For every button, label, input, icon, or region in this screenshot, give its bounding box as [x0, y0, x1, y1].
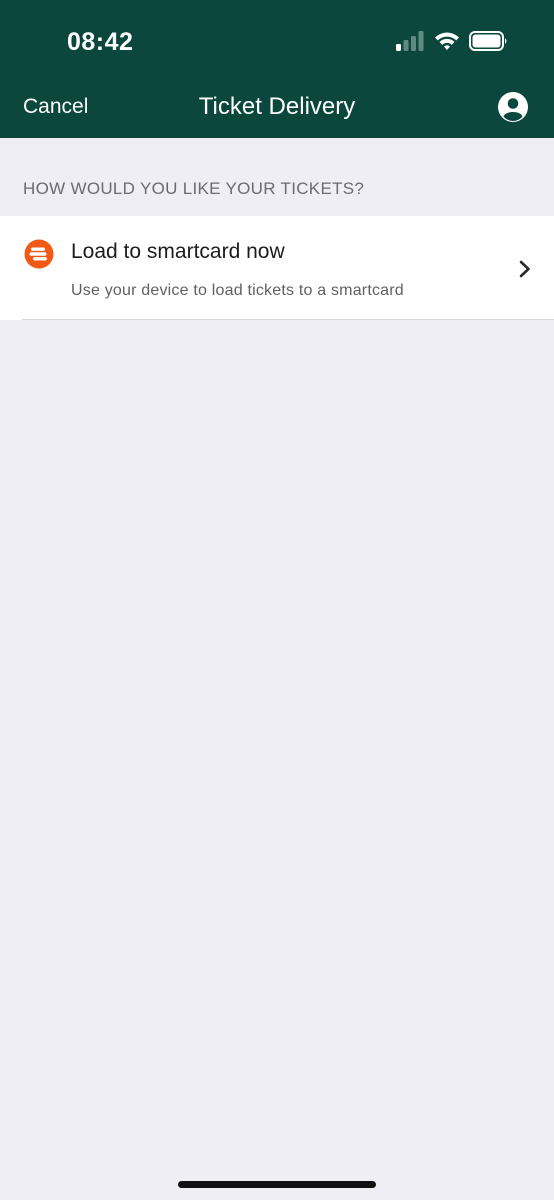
page-title: Ticket Delivery: [198, 93, 356, 120]
chevron-right-icon: [519, 260, 530, 278]
home-indicator: [178, 1181, 376, 1188]
status-time: 08:42: [67, 28, 134, 56]
option-title: Load to smartcard now: [71, 240, 285, 263]
battery-icon: [469, 31, 507, 51]
account-icon[interactable]: [497, 91, 529, 123]
option-subtitle: Use your device to load tickets to a sma…: [71, 282, 404, 299]
wifi-icon: [435, 32, 459, 50]
section-header: HOW WOULD YOU LIKE YOUR TICKETS?: [23, 179, 365, 198]
divider: [22, 319, 554, 320]
load-smartcard-option[interactable]: Load to smartcard now Use your device to…: [0, 216, 554, 320]
smartcard-icon: [24, 239, 54, 269]
cellular-signal-icon: [396, 31, 424, 51]
app-header: 08:42 Cancel Ticket Delivery: [0, 0, 554, 138]
